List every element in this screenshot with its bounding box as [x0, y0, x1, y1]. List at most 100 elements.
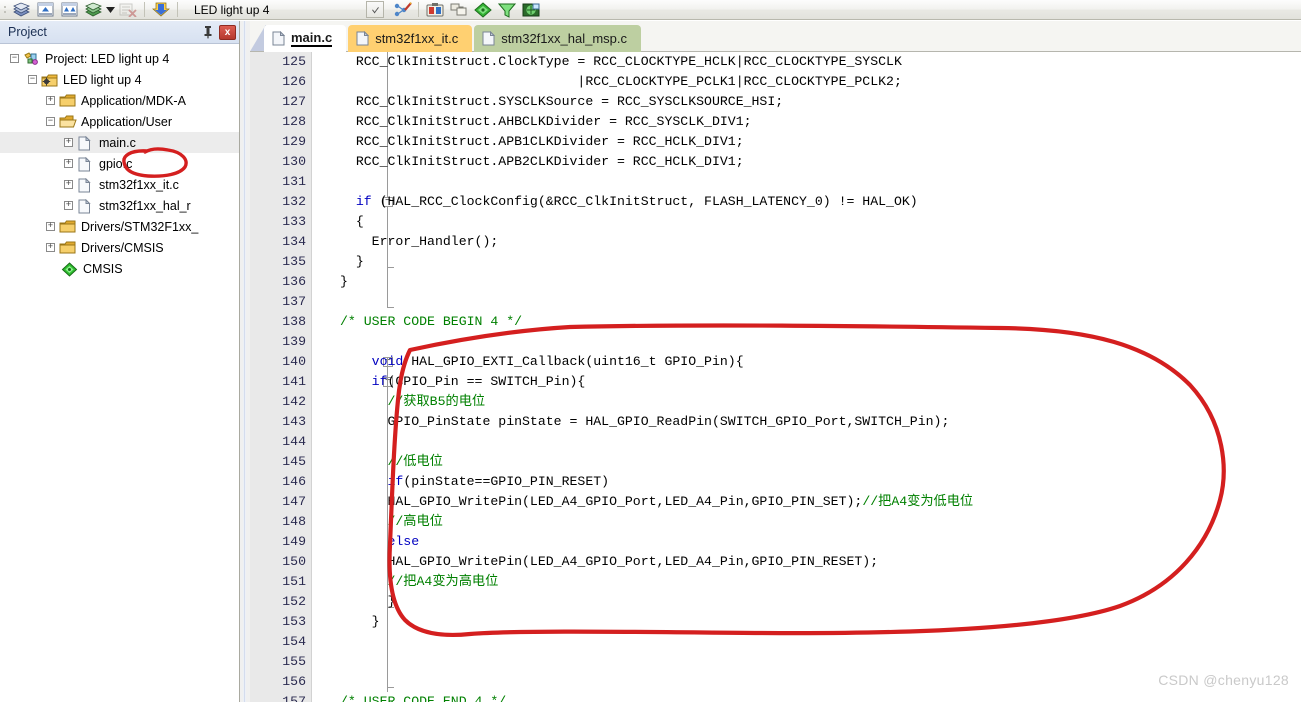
line-content: else — [340, 532, 419, 552]
line-content: HAL_GPIO_WritePin(LED_A4_GPIO_Port,LED_A… — [340, 492, 973, 512]
tree-item-label: main.c — [99, 135, 136, 150]
editor-area: main.c stm32f1xx_it.c stm32f1xx_hal_msp.… — [250, 21, 1301, 702]
line-number: 126 — [282, 74, 306, 89]
tree-item-cmsis[interactable]: CMSIS — [0, 258, 239, 279]
line-content: RCC_ClkInitStruct.APB2CLKDivider = RCC_H… — [340, 152, 744, 172]
chevron-down-icon[interactable] — [105, 1, 116, 19]
code-line: 130 RCC_ClkInitStruct.APB2CLKDivider = R… — [250, 152, 1301, 172]
panel-title: Project — [8, 25, 47, 39]
components-icon[interactable] — [471, 1, 495, 19]
panel-splitter[interactable] — [240, 21, 250, 702]
code-line: 143 GPIO_PinState pinState = HAL_GPIO_Re… — [250, 412, 1301, 432]
line-content: HAL_GPIO_WritePin(LED_A4_GPIO_Port,LED_A… — [340, 552, 878, 572]
project-tree: − Project: LED light up 4− LED light up 4 +… — [0, 44, 239, 279]
rebuild-icon[interactable] — [33, 1, 57, 19]
pack-installer-icon[interactable] — [519, 1, 543, 19]
tab-label: stm32f1xx_it.c — [375, 31, 459, 46]
tree-item-drivers-stm32f1xx[interactable]: + Drivers/STM32F1xx_ — [0, 216, 239, 237]
target-combo[interactable]: LED light up 4 — [188, 1, 384, 18]
code-line: 134 Error_Handler(); — [250, 232, 1301, 252]
close-icon[interactable]: x — [219, 24, 236, 40]
line-number: 149 — [282, 534, 306, 549]
tree-item-label: stm32f1xx_hal_r — [99, 198, 191, 213]
line-number: 127 — [282, 94, 306, 109]
code-line: 135 } — [250, 252, 1301, 272]
tab-stm32f1xx-hal-msp-c[interactable]: stm32f1xx_hal_msp.c — [474, 25, 642, 52]
code-line: 150 HAL_GPIO_WritePin(LED_A4_GPIO_Port,L… — [250, 552, 1301, 572]
code-line: 152 } — [250, 592, 1301, 612]
collapse-toggle-icon[interactable]: − — [10, 54, 19, 63]
code-line: 129 RCC_ClkInitStruct.APB1CLKDivider = R… — [250, 132, 1301, 152]
file-icon — [482, 30, 496, 46]
line-content: { — [340, 212, 364, 232]
code-token: { — [340, 214, 364, 229]
code-token: HAL_GPIO_WritePin(LED_A4_GPIO_Port,LED_A… — [340, 494, 863, 509]
comment-token: //高电位 — [387, 514, 443, 529]
comment-token: //获取B5的电位 — [387, 394, 486, 409]
code-token: RCC_ClkInitStruct.APB2CLKDivider = RCC_H… — [340, 154, 744, 169]
line-number: 148 — [282, 514, 306, 529]
chevron-down-icon[interactable] — [366, 1, 384, 18]
tree-item-gpio-c[interactable]: + gpio.c — [0, 153, 239, 174]
comment-token: //低电位 — [387, 454, 443, 469]
collapse-toggle-icon[interactable]: − — [28, 75, 37, 84]
code-token: HAL_GPIO_EXTI_Callback(uint16_t GPIO_Pin… — [403, 354, 744, 369]
code-line: 157 /* USER CODE END 4 */ — [250, 692, 1301, 702]
code-editor[interactable]: − − − 125 RCC_ClkInitStruct.ClockType = … — [250, 52, 1301, 702]
folder-icon — [59, 241, 76, 255]
code-token: } — [340, 254, 364, 269]
code-token: (GPIO_Pin == SWITCH_Pin){ — [387, 374, 586, 389]
code-line: 131 — [250, 172, 1301, 192]
expand-toggle-icon[interactable]: + — [46, 243, 55, 252]
code-line: 136} — [250, 272, 1301, 292]
build-icon[interactable] — [9, 1, 33, 19]
manage-runtime-icon[interactable] — [423, 1, 447, 19]
target-options-icon[interactable] — [390, 1, 414, 19]
tab-main-c[interactable]: main.c — [264, 25, 347, 52]
line-number: 138 — [282, 314, 306, 329]
target-icon — [41, 73, 58, 87]
line-content: } — [340, 272, 348, 292]
line-number: 153 — [282, 614, 306, 629]
line-content: Error_Handler(); — [340, 232, 499, 252]
toolbar-separator-1 — [144, 2, 145, 17]
tree-item-application-user[interactable]: − Application/User — [0, 111, 239, 132]
file-icon — [356, 30, 370, 46]
filter-icon[interactable] — [495, 1, 519, 19]
expand-toggle-icon[interactable]: + — [46, 222, 55, 231]
translate-icon[interactable] — [81, 1, 105, 19]
line-content: RCC_ClkInitStruct.ClockType = RCC_CLOCKT… — [340, 52, 902, 72]
file-icon — [77, 198, 94, 213]
expand-toggle-icon[interactable]: + — [46, 96, 55, 105]
line-number: 125 — [282, 54, 306, 69]
cmsis-icon — [61, 261, 78, 277]
tree-item-led-light-up-4[interactable]: − LED light up 4 — [0, 69, 239, 90]
tree-item-application-mdk-a[interactable]: + Application/MDK-A — [0, 90, 239, 111]
collapse-toggle-icon[interactable]: − — [46, 117, 55, 126]
tree-item-project-led-light-up-4[interactable]: − Project: LED light up 4 — [0, 48, 239, 69]
line-number: 134 — [282, 234, 306, 249]
expand-toggle-icon[interactable]: + — [64, 201, 73, 210]
code-token: Error_Handler(); — [340, 234, 499, 249]
code-line: 139 — [250, 332, 1301, 352]
tree-item-stm32f1xx-hal-r[interactable]: + stm32f1xx_hal_r — [0, 195, 239, 216]
line-number: 156 — [282, 674, 306, 689]
expand-toggle-icon[interactable]: + — [64, 180, 73, 189]
code-line: 149 else — [250, 532, 1301, 552]
pin-icon[interactable] — [200, 24, 216, 40]
line-number: 143 — [282, 414, 306, 429]
tree-item-main-c[interactable]: + main.c — [0, 132, 239, 153]
batch-build-icon[interactable] — [57, 1, 81, 19]
expand-toggle-icon[interactable]: + — [64, 159, 73, 168]
expand-toggle-icon[interactable]: + — [64, 138, 73, 147]
tab-stm32f1xx-it-c[interactable]: stm32f1xx_it.c — [348, 25, 473, 52]
download-icon[interactable] — [149, 1, 173, 19]
toolbar-grip[interactable] — [2, 2, 9, 18]
line-content: void HAL_GPIO_EXTI_Callback(uint16_t GPI… — [340, 352, 744, 372]
tree-item-stm32f1xx-it-c[interactable]: + stm32f1xx_it.c — [0, 174, 239, 195]
folder-icon — [59, 94, 76, 108]
multi-project-icon[interactable] — [447, 1, 471, 19]
tree-item-drivers-cmsis[interactable]: + Drivers/CMSIS — [0, 237, 239, 258]
line-number: 140 — [282, 354, 306, 369]
